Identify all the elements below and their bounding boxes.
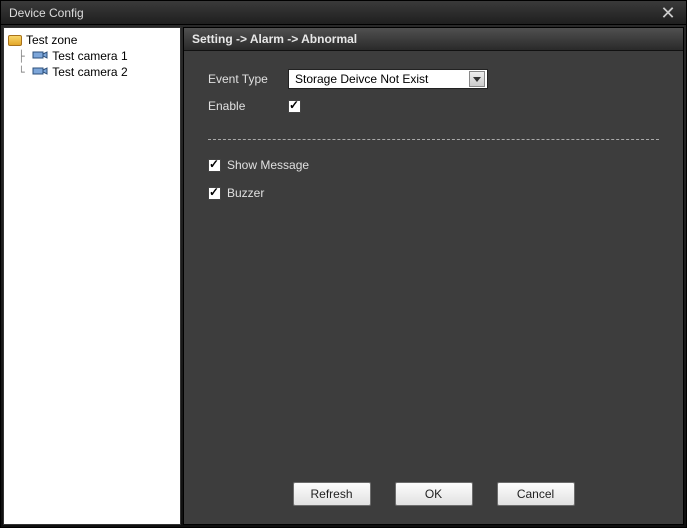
button-row: Refresh OK Cancel — [184, 468, 683, 524]
titlebar: Device Config ✕ — [1, 1, 686, 25]
buzzer-label: Buzzer — [227, 186, 264, 200]
cancel-button[interactable]: Cancel — [497, 482, 575, 506]
close-icon[interactable]: ✕ — [658, 4, 678, 22]
refresh-button[interactable]: Refresh — [293, 482, 371, 506]
row-event-type: Event Type Storage Deivce Not Exist — [208, 69, 659, 89]
event-type-label: Event Type — [208, 72, 288, 86]
show-message-checkbox[interactable] — [208, 159, 221, 172]
ok-button[interactable]: OK — [395, 482, 473, 506]
enable-checkbox[interactable] — [288, 100, 301, 113]
buzzer-checkbox[interactable] — [208, 187, 221, 200]
device-config-window: Device Config ✕ Test zone ├ Test camera … — [0, 0, 687, 528]
window-title: Device Config — [9, 6, 84, 20]
tree-children: ├ Test camera 1 └ Test camera 2 — [16, 48, 178, 80]
event-type-select[interactable]: Storage Deivce Not Exist — [288, 69, 488, 89]
row-enable: Enable — [208, 99, 659, 113]
main-panel: Setting -> Alarm -> Abnormal Event Type … — [183, 27, 684, 525]
row-buzzer: Buzzer — [208, 186, 659, 200]
zone-icon — [8, 35, 22, 46]
tree-item-label: Test camera 1 — [52, 49, 127, 63]
tree-root-label: Test zone — [26, 33, 77, 47]
show-message-label: Show Message — [227, 158, 309, 172]
chevron-down-icon — [469, 71, 485, 87]
tree-connector-icon: └ — [18, 66, 31, 79]
breadcrumb: Setting -> Alarm -> Abnormal — [184, 28, 683, 51]
form-content: Event Type Storage Deivce Not Exist Enab… — [184, 51, 683, 468]
camera-icon — [32, 65, 48, 79]
device-tree: Test zone ├ Test camera 1 └ Test camera … — [3, 27, 181, 525]
tree-item-camera[interactable]: └ Test camera 2 — [16, 64, 178, 80]
row-show-message: Show Message — [208, 158, 659, 172]
enable-label: Enable — [208, 99, 288, 113]
window-body: Test zone ├ Test camera 1 └ Test camera … — [1, 25, 686, 527]
tree-item-label: Test camera 2 — [52, 65, 127, 79]
camera-icon — [32, 49, 48, 63]
tree-item-camera[interactable]: ├ Test camera 1 — [16, 48, 178, 64]
section-divider — [208, 139, 659, 140]
tree-root-zone[interactable]: Test zone — [6, 32, 178, 48]
tree-connector-icon: ├ — [18, 50, 31, 63]
event-type-value: Storage Deivce Not Exist — [295, 72, 428, 86]
